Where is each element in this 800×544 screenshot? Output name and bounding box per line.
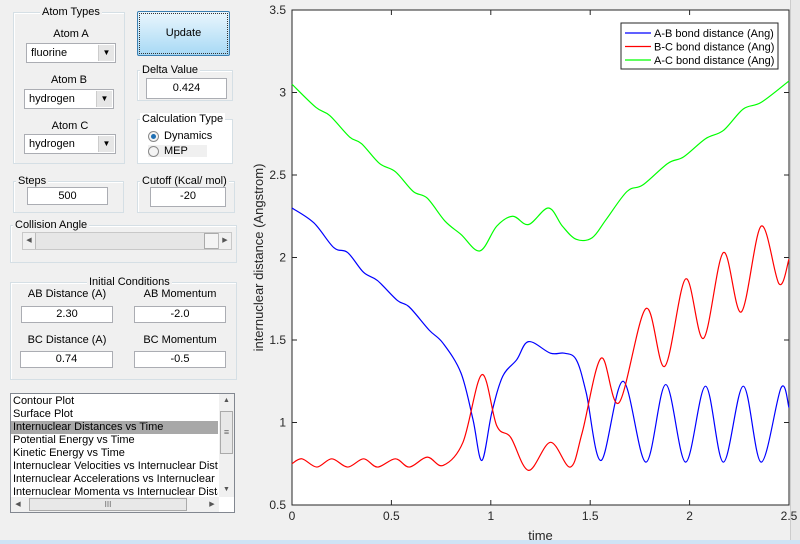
- legend-entry: A-B bond distance (Ang): [654, 28, 774, 40]
- y-axis-label: internuclear distance (Angstrom): [251, 164, 266, 352]
- y-tick-label: 3: [279, 86, 286, 100]
- y-tick-label: 2.5: [269, 168, 286, 182]
- x-tick-label: 1: [487, 509, 494, 523]
- x-tick-label: 1.5: [582, 509, 599, 523]
- y-tick-label: 0.5: [269, 498, 286, 512]
- legend-entry: B-C bond distance (Ang): [654, 42, 774, 54]
- bottom-bar: [0, 540, 800, 544]
- y-tick-label: 1: [279, 416, 286, 430]
- y-tick-label: 3.5: [269, 3, 286, 17]
- x-tick-label: 0: [289, 509, 296, 523]
- distance-chart: 0 0.5 1 1.5 2 2.50.511.522.533.5timeinternucl…: [251, 3, 798, 543]
- legend-entry: A-C bond distance (Ang): [654, 55, 774, 67]
- plot-axes: [291, 9, 790, 506]
- y-tick-label: 1.5: [269, 333, 286, 347]
- y-tick-label: 2: [279, 251, 286, 265]
- x-tick-label: 2: [686, 509, 693, 523]
- x-tick-label: 2.5: [781, 509, 798, 523]
- x-tick-label: 0.5: [383, 509, 400, 523]
